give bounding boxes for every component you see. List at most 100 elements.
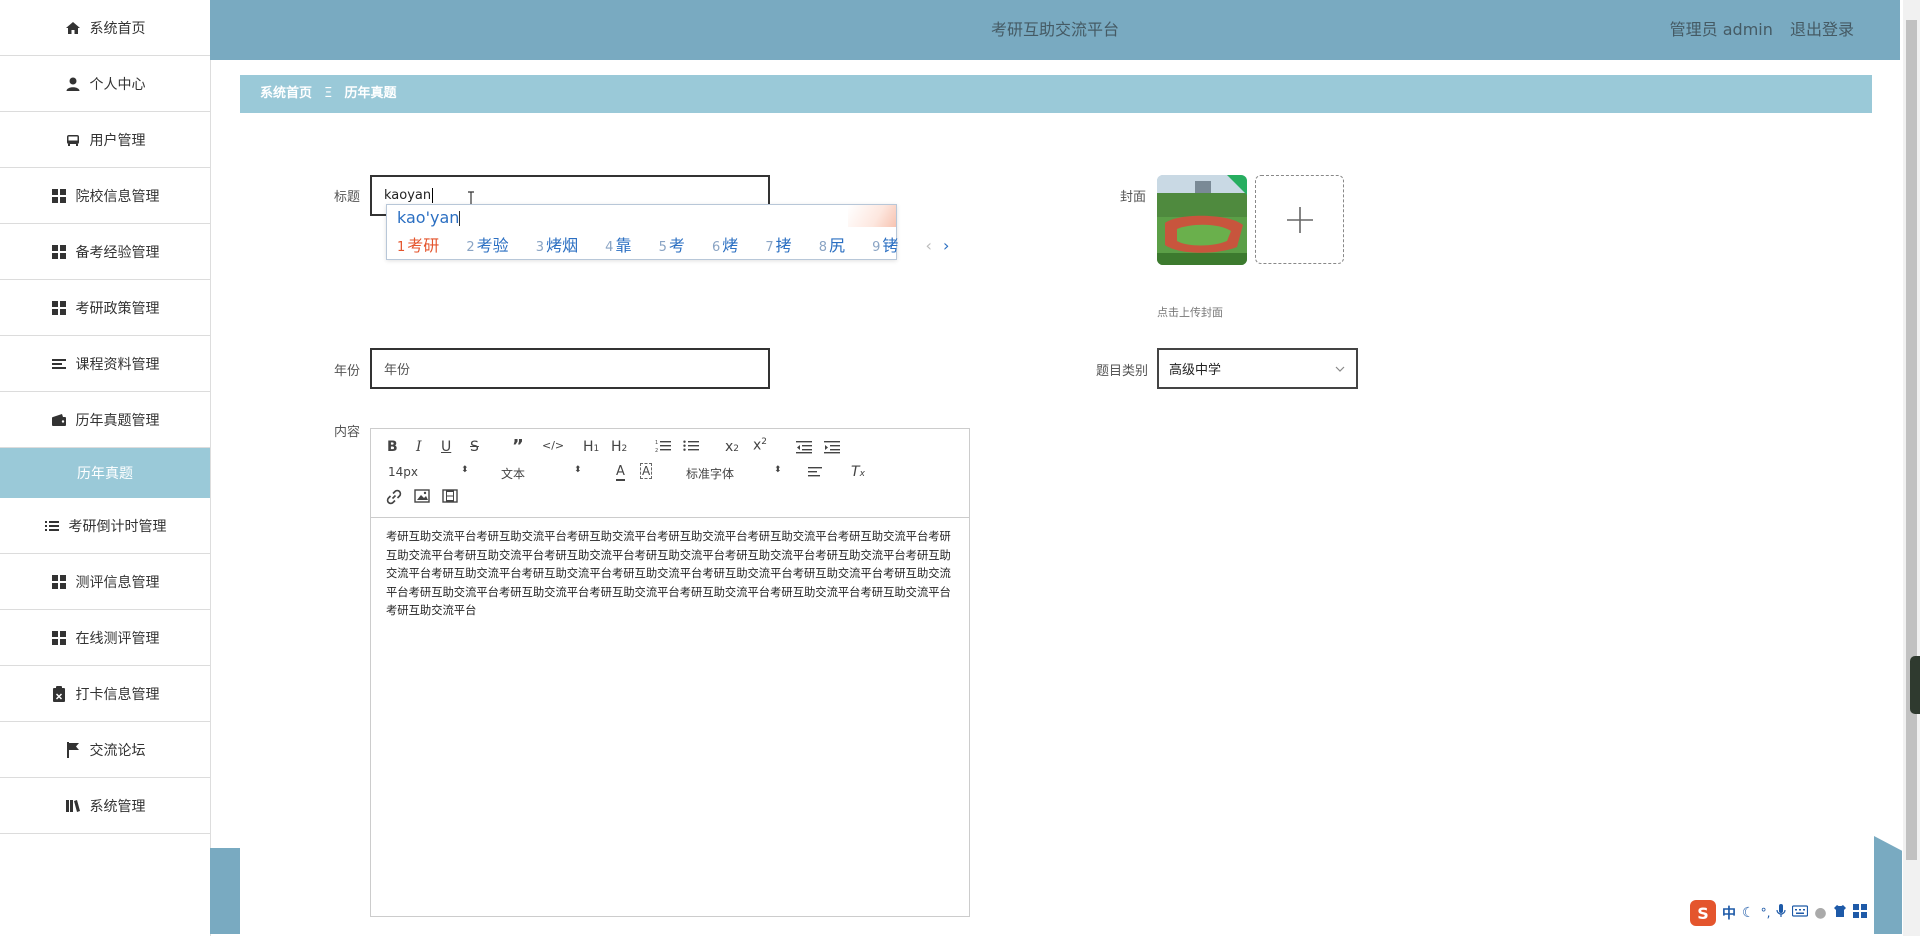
ime-lang-toggle[interactable]: 中 (1722, 903, 1736, 923)
sidebar-item-experience[interactable]: 备考经验管理 (0, 224, 210, 280)
ime-candidate[interactable]: 8尻 (819, 236, 856, 255)
breadcrumb-home[interactable]: 系统首页 (260, 86, 312, 101)
bullet-list-icon[interactable] (683, 439, 699, 457)
font-family-select[interactable]: 标准字体 ⬍ (686, 465, 782, 482)
cover-thumbnail[interactable] (1157, 175, 1247, 265)
user-icon[interactable]: ● (1814, 905, 1826, 921)
ime-candidate[interactable]: 2 考验 (466, 236, 519, 255)
sogou-logo-icon[interactable]: S (1690, 900, 1716, 926)
outdent-icon[interactable] (796, 440, 812, 458)
sidebar-item-forum[interactable]: 交流论坛 (0, 722, 210, 778)
ime-candidate[interactable]: 1 考研 (397, 236, 450, 255)
sidebar-item-label: 考研政策管理 (75, 300, 160, 317)
sidebar-item-assessment-info[interactable]: 测评信息管理 (0, 554, 210, 610)
sidebar-item-policy[interactable]: 考研政策管理 (0, 280, 210, 336)
svg-text:2: 2 (655, 448, 658, 453)
sidebar-item-exam-admin[interactable]: 历年真题管理 (0, 392, 210, 448)
ordered-list-icon[interactable]: 12 (655, 439, 671, 457)
ime-candidate[interactable]: 6烤 (712, 236, 749, 255)
sidebar-item-home[interactable]: 系统首页 (0, 0, 210, 56)
sidebar-item-users[interactable]: 用户管理 (0, 112, 210, 168)
code-icon[interactable]: </> (542, 439, 564, 452)
chevron-down-icon (1334, 363, 1346, 378)
ime-skin-decoration (848, 205, 896, 227)
subscript-icon[interactable]: x2 (725, 439, 739, 455)
sidebar-item-checkin[interactable]: 打卡信息管理 (0, 666, 210, 722)
grid-icon (51, 574, 67, 590)
editor-content[interactable]: 考研互助交流平台考研互助交流平台考研互助交流平台考研互助交流平台考研互助交流平台… (386, 528, 958, 621)
library-icon (65, 798, 81, 814)
sidebar-item-countdown[interactable]: 考研倒计时管理 (0, 498, 210, 554)
font-color-icon[interactable]: A (616, 463, 625, 481)
ime-next-page[interactable]: › (943, 236, 949, 255)
grid-menu-icon[interactable] (1852, 904, 1867, 922)
indent-icon[interactable] (824, 440, 840, 458)
moon-icon[interactable]: ☾ (1742, 905, 1755, 921)
ime-candidate[interactable]: 9铐 (872, 236, 909, 255)
ime-pinyin: kao'yan (397, 208, 461, 227)
sidebar-item-system[interactable]: 系统管理 (0, 778, 210, 834)
category-select[interactable]: 高级中学 (1157, 348, 1358, 389)
logout-link[interactable]: 退出登录 (1790, 20, 1854, 39)
grid-icon (51, 300, 67, 316)
sidebar-item-label: 交流论坛 (89, 742, 146, 759)
year-input[interactable]: 年份 (370, 348, 770, 389)
video-icon[interactable] (442, 489, 458, 507)
text-cursor (432, 188, 434, 203)
keyboard-icon[interactable] (1792, 905, 1809, 921)
sidebar-item-past-exams[interactable]: 历年真题 (0, 448, 210, 498)
ime-candidate[interactable]: 3 烤烟 (536, 236, 589, 255)
ime-candidate-popup: kao'yan 1 考研 2 考验 3 烤烟 4靠 5考 6烤 7拷 8尻 9铐 ‹ … (386, 204, 949, 260)
cover-label: 封面 (1119, 190, 1146, 205)
ime-candidate[interactable]: 5考 (659, 236, 696, 255)
background-color-icon[interactable]: A (640, 463, 653, 479)
sidebar-item-label: 系统管理 (89, 798, 146, 815)
category-selected-value: 高级中学 (1169, 363, 1222, 378)
sidebar-item-label: 用户管理 (89, 132, 146, 149)
sidebar-item-label: 历年真题管理 (75, 412, 160, 429)
ime-candidate[interactable]: 4靠 (605, 236, 642, 255)
flag-icon (65, 741, 81, 758)
microphone-icon[interactable] (1776, 904, 1786, 922)
bold-icon[interactable]: B (387, 439, 398, 455)
sidebar: 系统首页 个人中心 用户管理 院校信息管理 备考经验管理 考研政策管理 课程资料… (0, 0, 211, 936)
sidebar-item-label: 课程资料管理 (75, 356, 160, 373)
breadcrumb-separator: Ξ (324, 86, 333, 101)
side-widget-tab[interactable] (1910, 656, 1920, 714)
clipboard-icon (51, 685, 67, 702)
ime-tray: S 中 ☾ °, ● (1690, 897, 1920, 929)
editor-toolbar: B I U S ” </> H1 H2 12 x2 x2 14px ⬍ 文本 ⬍ A (371, 429, 969, 518)
image-icon[interactable] (414, 489, 430, 507)
shirt-icon[interactable] (1833, 904, 1847, 922)
italic-icon[interactable]: I (416, 439, 422, 455)
quote-icon[interactable]: ” (512, 436, 524, 457)
font-size-select[interactable]: 14px ⬍ (388, 465, 469, 479)
ime-candidate[interactable]: 7拷 (765, 236, 802, 255)
block-format-select[interactable]: 文本 ⬍ (501, 465, 582, 482)
link-icon[interactable] (386, 489, 402, 509)
sidebar-item-profile[interactable]: 个人中心 (0, 56, 210, 112)
heading1-icon[interactable]: H1 (583, 439, 599, 455)
punctuation-icon[interactable]: °, (1761, 906, 1771, 920)
year-label: 年份 (333, 364, 360, 379)
rich-text-editor: B I U S ” </> H1 H2 12 x2 x2 14px ⬍ 文本 ⬍ A (370, 428, 970, 917)
sidebar-item-courses[interactable]: 课程资料管理 (0, 336, 210, 392)
home-icon (65, 20, 81, 36)
app-title: 考研互助交流平台 (990, 20, 1119, 39)
underline-icon[interactable]: U (441, 439, 451, 455)
heading2-icon[interactable]: H2 (611, 439, 627, 455)
svg-text:1: 1 (655, 440, 658, 446)
ime-prev-page[interactable]: ‹ (926, 236, 932, 255)
content-label: 内容 (333, 425, 360, 440)
align-icon[interactable] (808, 466, 822, 482)
sidebar-item-online-assessment[interactable]: 在线测评管理 (0, 610, 210, 666)
strike-icon[interactable]: S (470, 439, 479, 455)
page-scrollbar-thumb[interactable] (1906, 20, 1917, 860)
sidebar-item-schools[interactable]: 院校信息管理 (0, 168, 210, 224)
grid-icon (51, 630, 67, 646)
upload-cover-button[interactable] (1255, 175, 1344, 264)
sidebar-item-label: 打卡信息管理 (75, 686, 160, 703)
clear-format-icon[interactable]: Tx (851, 464, 865, 480)
sidebar-item-label: 系统首页 (89, 20, 146, 37)
superscript-icon[interactable]: x2 (753, 437, 767, 454)
